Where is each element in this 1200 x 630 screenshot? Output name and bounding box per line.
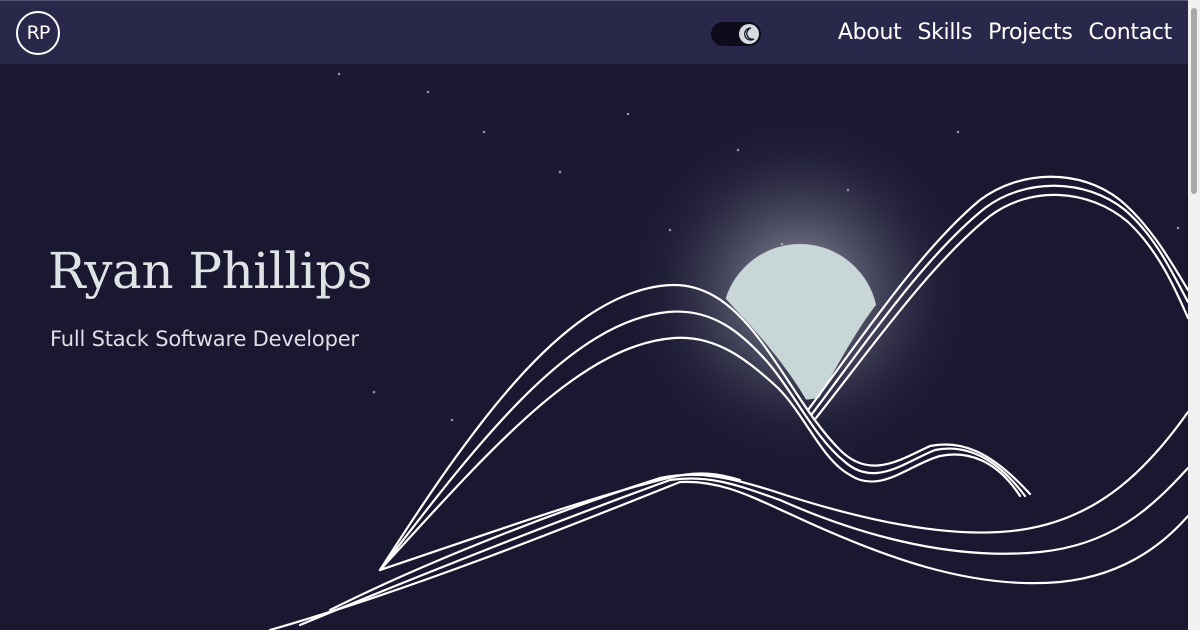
moon-icon: [744, 27, 755, 41]
top-navigation-bar: RP About Skills Projects Contact: [0, 0, 1188, 64]
toggle-knob: [739, 24, 759, 44]
vertical-scrollbar[interactable]: [1188, 0, 1200, 630]
hero-name: Ryan Phillips: [48, 242, 372, 300]
rp-logo[interactable]: RP: [16, 11, 60, 55]
nav-links: About Skills Projects Contact: [838, 18, 1172, 48]
hero-subtitle: Full Stack Software Developer: [50, 327, 359, 351]
scrollbar-thumb[interactable]: [1191, 8, 1197, 194]
nav-link-about[interactable]: About: [838, 18, 902, 48]
dark-mode-toggle[interactable]: [711, 22, 761, 46]
nav-link-contact[interactable]: Contact: [1089, 18, 1173, 48]
nav-link-projects[interactable]: Projects: [988, 18, 1073, 48]
nav-link-skills[interactable]: Skills: [917, 18, 972, 48]
